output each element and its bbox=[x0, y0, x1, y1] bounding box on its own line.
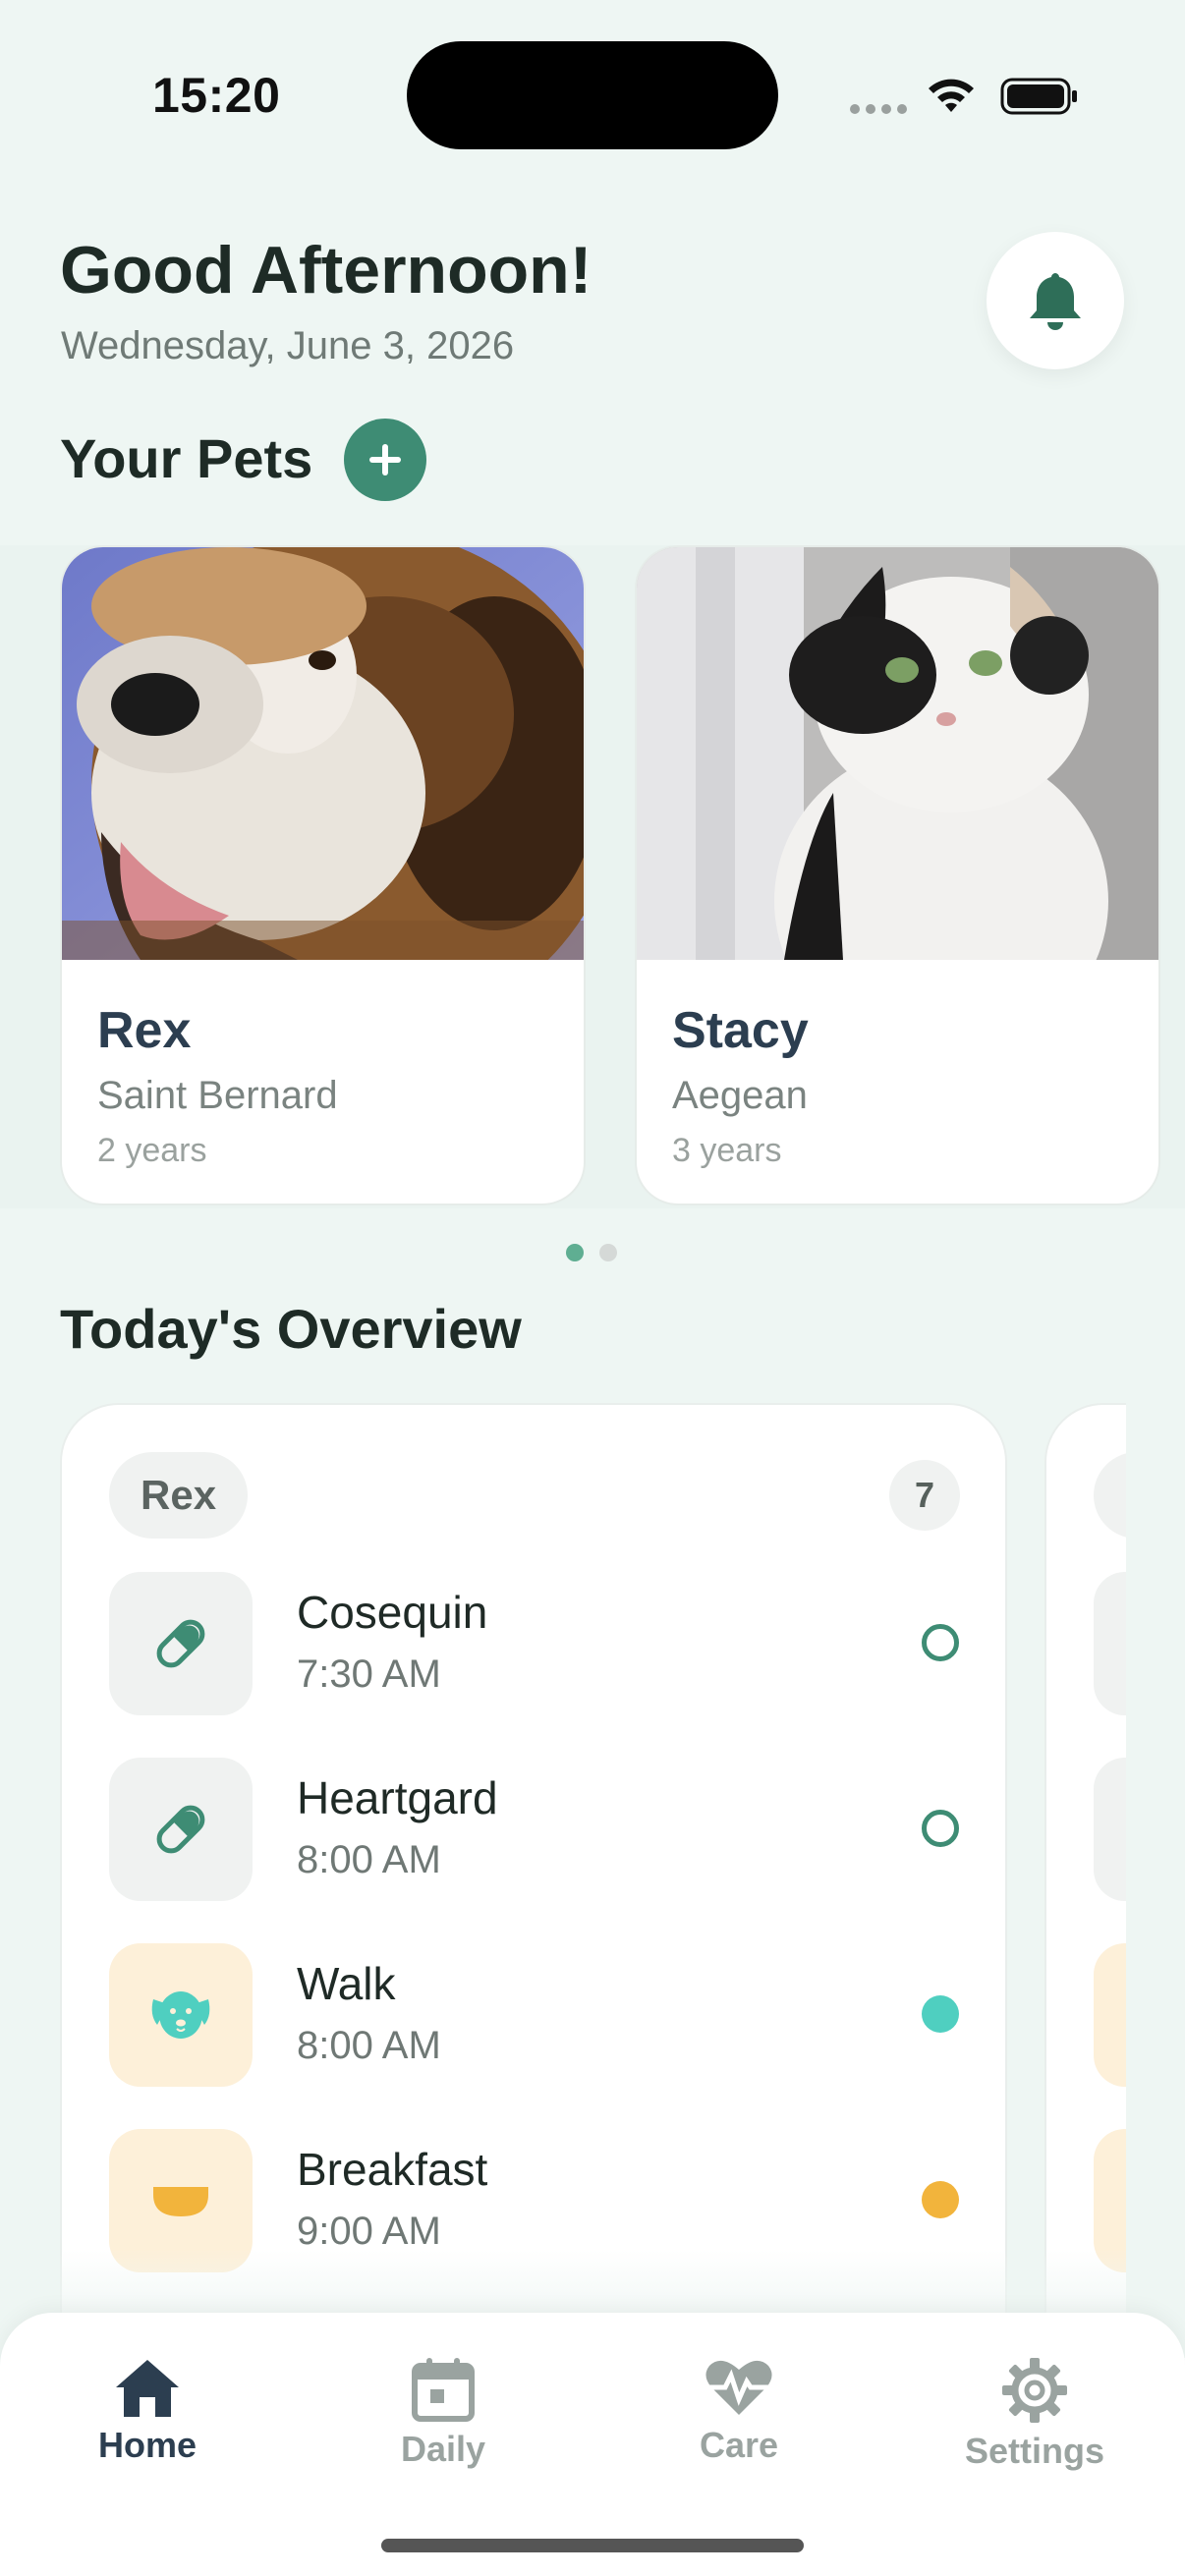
tab-care[interactable]: Care bbox=[631, 2356, 847, 2466]
status-time: 15:20 bbox=[152, 68, 281, 123]
pill-icon bbox=[156, 1805, 205, 1854]
dynamic-island bbox=[407, 41, 778, 149]
task-name: Walk bbox=[297, 1958, 396, 2009]
page-dot bbox=[599, 1244, 617, 1261]
pets-section-title: Your Pets bbox=[60, 427, 313, 489]
task-status-toggle[interactable] bbox=[922, 1810, 959, 1847]
bowl-icon bbox=[153, 2187, 208, 2216]
task-status-indicator[interactable] bbox=[922, 1995, 959, 2033]
greeting-title: Good Afternoon! bbox=[60, 233, 592, 308]
task-status-toggle[interactable] bbox=[922, 1624, 959, 1661]
pets-carousel[interactable]: Rex Saint Bernard 2 years Stacy Aegean 3… bbox=[0, 545, 1185, 1208]
date-label: Wednesday, June 3, 2026 bbox=[61, 324, 515, 367]
tab-settings[interactable]: Settings bbox=[927, 2356, 1143, 2472]
task-name: Heartgard bbox=[297, 1772, 498, 1823]
heart-pulse-icon bbox=[704, 2360, 774, 2415]
task-time: 8:00 AM bbox=[297, 1838, 441, 1881]
tab-bar: Home Daily Care Settings bbox=[0, 2313, 1185, 2576]
bell-icon bbox=[1030, 273, 1081, 330]
task-time: 7:30 AM bbox=[297, 1652, 441, 1696]
task-count-badge: 7 bbox=[889, 1460, 960, 1531]
pet-photo-stacy bbox=[637, 547, 1158, 960]
pet-breed: Aegean bbox=[672, 1074, 808, 1117]
task-time: 9:00 AM bbox=[297, 2210, 441, 2253]
task-name: Breakfast bbox=[297, 2144, 488, 2195]
task-row[interactable]: Walk 8:00 AM bbox=[109, 1943, 964, 2087]
home-icon bbox=[116, 2360, 179, 2417]
task-row[interactable]: Heartgard 8:00 AM bbox=[109, 1758, 964, 1901]
tab-label: Daily bbox=[400, 2429, 486, 2469]
battery-icon bbox=[1000, 78, 1077, 115]
home-indicator[interactable] bbox=[381, 2539, 804, 2552]
tab-label: Settings bbox=[964, 2431, 1104, 2471]
task-row[interactable]: Cosequin 7:30 AM bbox=[109, 1572, 964, 1715]
overview-section-title: Today's Overview bbox=[60, 1298, 522, 1360]
dog-icon bbox=[151, 1991, 210, 2039]
task-time: 8:00 AM bbox=[297, 2024, 441, 2067]
page-dot-active bbox=[566, 1244, 584, 1261]
pet-card-rex[interactable]: Rex Saint Bernard 2 years bbox=[60, 545, 586, 1205]
signal-icon bbox=[850, 104, 907, 114]
pet-photo-rex bbox=[62, 547, 584, 960]
task-name: Cosequin bbox=[297, 1587, 488, 1638]
pet-breed: Saint Bernard bbox=[97, 1074, 338, 1117]
add-pet-button[interactable] bbox=[344, 419, 426, 501]
task-status-indicator[interactable] bbox=[922, 2181, 959, 2218]
overview-pet-chip[interactable]: Rex bbox=[109, 1452, 249, 1539]
tab-daily[interactable]: Daily bbox=[335, 2356, 551, 2470]
pets-page-indicator bbox=[566, 1244, 617, 1261]
home-screen: 15:20 Good Afternoon! Wednesday, June 3,… bbox=[0, 0, 1185, 2576]
plus-icon bbox=[369, 444, 401, 476]
pet-age: 3 years bbox=[672, 1132, 782, 1169]
pill-icon bbox=[156, 1619, 205, 1668]
calendar-icon bbox=[412, 2358, 475, 2422]
pet-name: Stacy bbox=[672, 1002, 809, 1059]
gear-icon bbox=[1002, 2358, 1067, 2423]
pet-card-stacy[interactable]: Stacy Aegean 3 years bbox=[635, 545, 1160, 1205]
tab-home[interactable]: Home bbox=[39, 2356, 255, 2466]
wifi-icon bbox=[929, 79, 974, 112]
notifications-button[interactable] bbox=[987, 232, 1124, 369]
tab-label: Care bbox=[699, 2425, 779, 2465]
tab-label: Home bbox=[97, 2425, 198, 2465]
pet-name: Rex bbox=[97, 1002, 192, 1059]
pet-age: 2 years bbox=[97, 1132, 207, 1169]
